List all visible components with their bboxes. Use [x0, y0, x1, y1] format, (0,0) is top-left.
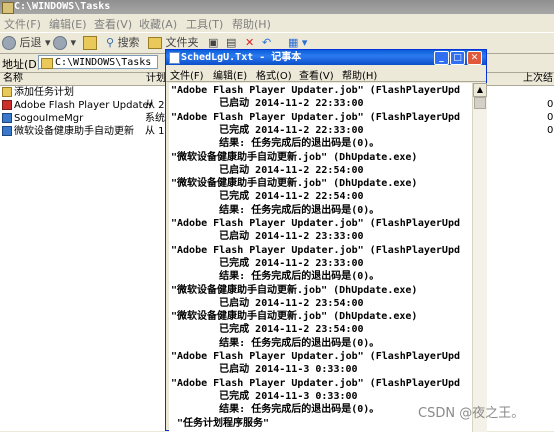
last-run-value: 0 — [547, 99, 554, 110]
up-folder-icon — [83, 36, 97, 50]
text-line: 结果: 任务完成后的退出码是(0)。 — [171, 138, 380, 150]
text-line: 已启动 2014-11-2 23:33:00 — [171, 231, 364, 243]
views-icon: ▦ — [288, 36, 299, 49]
text-line: 结果: 任务完成后的退出码是(0)。 — [171, 271, 380, 283]
search-icon: ⚲ — [106, 36, 115, 49]
back-label: 后退 — [19, 36, 42, 49]
delete-icon: ✕ — [245, 36, 255, 49]
menu-file[interactable]: 文件(F) — [4, 16, 41, 32]
text-line: "Adobe Flash Player Updater.job" (FlashP… — [171, 244, 460, 256]
notepad-text-area[interactable]: "Adobe Flash Player Updater.job" (FlashP… — [169, 83, 472, 432]
text-line: 已启动 2014-11-2 22:33:00 — [171, 98, 364, 110]
text-line: 已完成 2014-11-2 23:33:00 — [171, 257, 364, 269]
scroll-up-icon[interactable]: ▲ — [473, 83, 487, 97]
np-menu-file[interactable]: 文件(F) — [170, 67, 204, 82]
text-line: "Adobe Flash Player Updater.job" (FlashP… — [171, 351, 460, 362]
menu-edit[interactable]: 编辑(E) — [49, 16, 87, 32]
text-line: 已完成 2014-11-2 22:54:00 — [171, 191, 364, 203]
address-input[interactable]: C:\WINDOWS\Tasks — [38, 55, 158, 69]
list-item-label: Adobe Flash Player Updater — [14, 100, 153, 111]
task-icon — [2, 113, 12, 123]
text-line: 已完成 2014-11-2 22:33:00 — [171, 124, 364, 136]
text-line: 已完成 2014-11-3 0:33:00 — [171, 390, 358, 402]
text-line: 结果: 任务完成后的退出码是(0)。 — [171, 204, 380, 216]
forward-button[interactable]: ▾ — [53, 35, 76, 51]
text-line: "任务计划程序服务" — [171, 417, 270, 429]
list-item-label: 微软设备健康助手自动更新 — [14, 126, 134, 137]
list-item-comment: 从 1 — [145, 126, 165, 137]
menu-view[interactable]: 查看(V) — [94, 16, 132, 32]
up-folder-button[interactable] — [83, 35, 97, 51]
column-comment[interactable]: 计划 — [146, 73, 166, 85]
minimize-button[interactable]: _ — [434, 51, 449, 65]
notepad-title-bar[interactable]: SchedLgU.Txt - 记事本 _ □ ✕ — [166, 50, 486, 65]
task-icon — [2, 126, 12, 136]
text-line: "微软设备健康助手自动更新.job" (DhUpdate.exe) — [171, 178, 418, 190]
text-line: "微软设备健康助手自动更新.job" (DhUpdate.exe) — [171, 151, 418, 163]
text-line: "Adobe Flash Player Updater.job" (FlashP… — [171, 111, 460, 123]
last-run-value: 0 — [547, 125, 554, 136]
text-line: "Adobe Flash Player Updater.job" (FlashP… — [171, 218, 460, 229]
list-item-label: SogouImeMgr — [14, 113, 84, 124]
back-arrow-icon — [2, 36, 16, 50]
list-item-comment: 从 2 — [145, 100, 165, 111]
text-line: 已启动 2014-11-2 22:54:00 — [171, 164, 364, 176]
notepad-window: SchedLgU.Txt - 记事本 _ □ ✕ 文件(F) 编辑(E) 格式(… — [165, 49, 487, 432]
folders-label: 文件夹 — [165, 36, 199, 49]
menu-favorites[interactable]: 收藏(A) — [139, 16, 177, 32]
np-menu-format[interactable]: 格式(O) — [256, 67, 292, 82]
notepad-menu-bar: 文件(F) 编辑(E) 格式(O) 查看(V) 帮助(H) — [166, 65, 486, 82]
list-item-label: 添加任务计划 — [14, 87, 74, 98]
forward-arrow-icon — [53, 36, 67, 50]
text-line: 结果: 任务完成后的退出码是(0)。 — [171, 404, 380, 416]
maximize-button[interactable]: □ — [450, 51, 465, 65]
search-label: 搜索 — [117, 36, 140, 49]
last-run-value: 0 — [547, 112, 554, 123]
copy-to-icon: ▤ — [226, 36, 237, 49]
text-line: "Adobe Flash Player Updater.job" (FlashP… — [171, 377, 460, 389]
search-button[interactable]: ⚲ 搜索 — [106, 35, 140, 51]
np-menu-help[interactable]: 帮助(H) — [342, 67, 377, 82]
menu-tools[interactable]: 工具(T) — [186, 16, 223, 32]
text-line: 已启动 2014-11-3 0:33:00 — [171, 364, 358, 376]
text-line: 已完成 2014-11-2 23:54:00 — [171, 324, 364, 336]
text-line: "Adobe Flash Player Updater.job" (FlashP… — [171, 85, 460, 96]
notepad-title: SchedLgU.Txt - 记事本 — [181, 52, 302, 63]
text-line: 已启动 2014-11-2 23:54:00 — [171, 297, 364, 309]
explorer-menu-bar: 文件(F) 编辑(E) 查看(V) 收藏(A) 工具(T) 帮助(H) — [0, 14, 554, 33]
vertical-scrollbar[interactable]: ▲ — [472, 83, 487, 432]
text-line: "微软设备健康助手自动更新.job" (DhUpdate.exe) — [171, 311, 418, 323]
watermark: CSDN @夜之王。 — [418, 406, 525, 421]
column-last-run[interactable]: 上次结 — [523, 73, 553, 85]
address-label: 地址(D) — [2, 58, 42, 71]
list-item-comment: 系统 — [145, 113, 165, 124]
add-task-icon — [2, 87, 12, 97]
task-icon — [2, 100, 12, 110]
scroll-thumb[interactable] — [474, 97, 486, 109]
explorer-title-bar: C:\WINDOWS\Tasks — [0, 0, 554, 14]
folder-icon — [41, 58, 53, 69]
address-value: C:\WINDOWS\Tasks — [55, 57, 152, 68]
close-button[interactable]: ✕ — [467, 51, 482, 65]
menu-help[interactable]: 帮助(H) — [232, 16, 271, 32]
folder-icon — [148, 37, 162, 49]
explorer-title: C:\WINDOWS\Tasks — [14, 1, 111, 12]
undo-icon: ↶ — [262, 36, 272, 49]
text-line: 结果: 任务完成后的退出码是(0)。 — [171, 337, 380, 349]
text-line: "微软设备健康助手自动更新.job" (DhUpdate.exe) — [171, 284, 418, 296]
move-to-icon: ▣ — [208, 36, 219, 49]
back-button[interactable]: 后退 ▾ — [2, 35, 51, 51]
folder-icon — [2, 2, 14, 14]
np-menu-edit[interactable]: 编辑(E) — [213, 67, 247, 82]
np-menu-view[interactable]: 查看(V) — [299, 67, 334, 82]
column-name[interactable]: 名称 — [3, 73, 23, 85]
notepad-icon — [169, 52, 180, 64]
